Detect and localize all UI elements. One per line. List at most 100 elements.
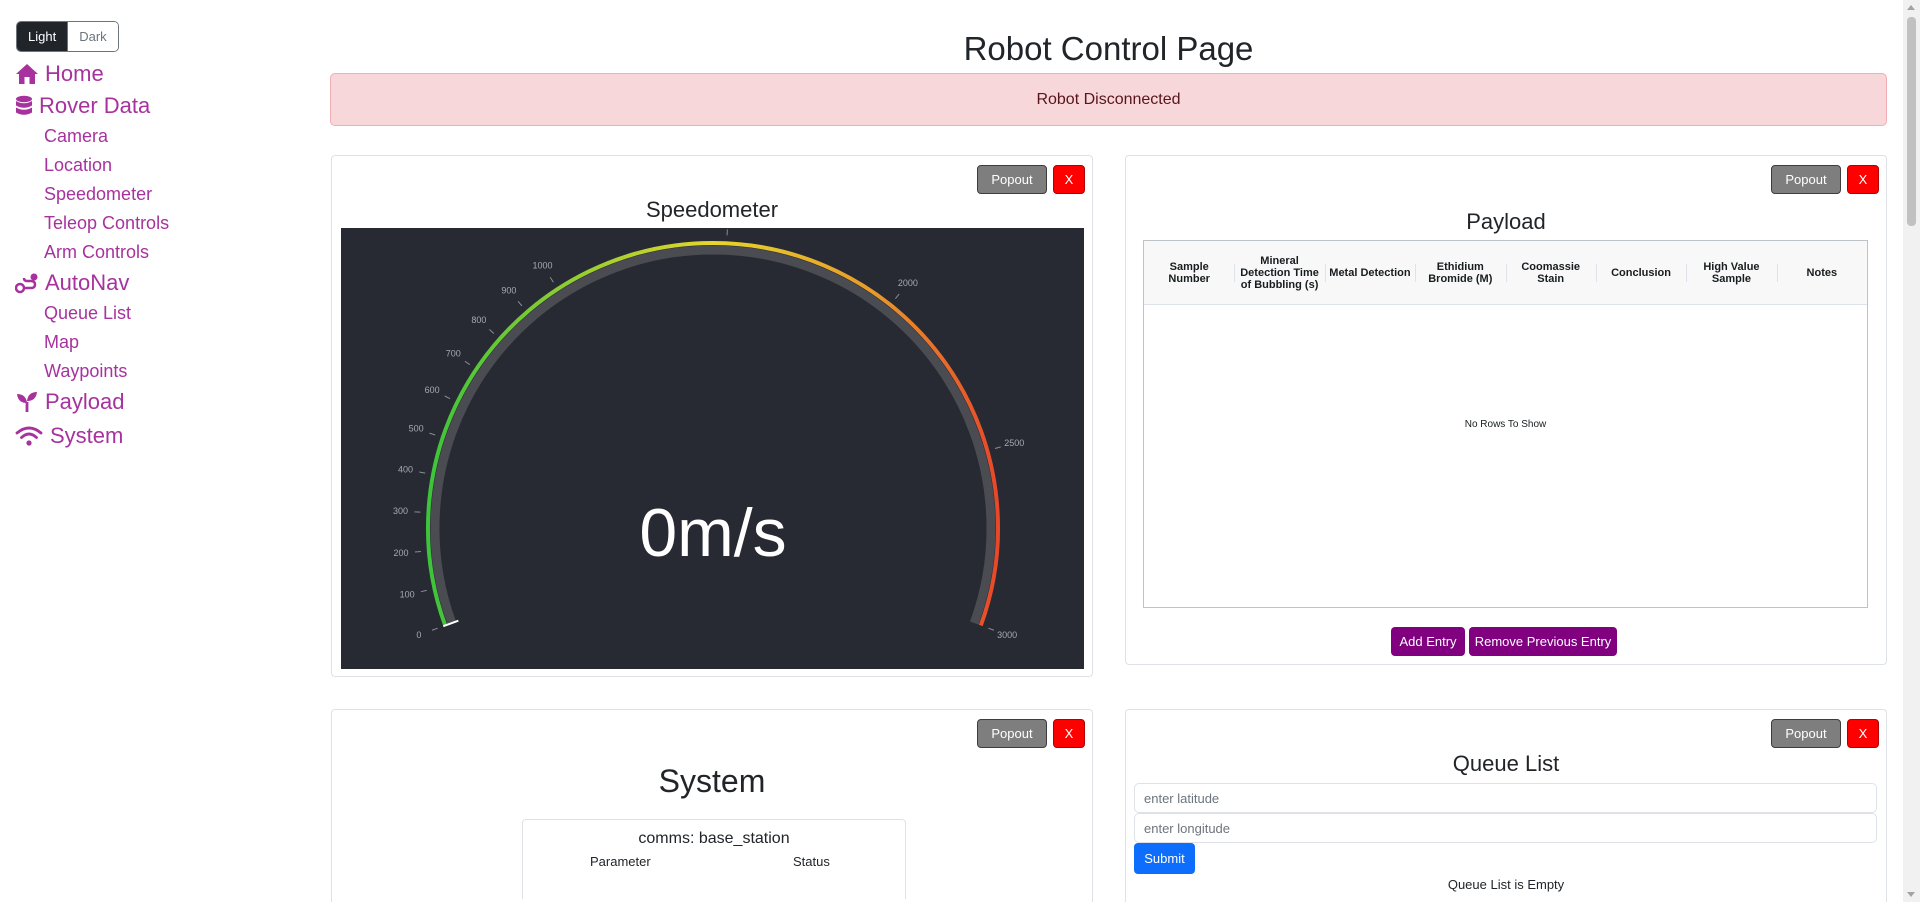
sidebar-item-label: Rover Data xyxy=(39,93,151,118)
sidebar-item-speedometer[interactable]: Speedometer xyxy=(14,180,169,209)
gauge-tick-label: 2000 xyxy=(898,278,918,288)
sidebar-item-queue-list[interactable]: Queue List xyxy=(14,299,169,328)
queue-empty-message: Queue List is Empty xyxy=(1447,877,1565,892)
sidebar-item-home[interactable]: Home xyxy=(14,58,169,90)
gauge-tick xyxy=(549,276,554,283)
sidebar-item-label: System xyxy=(50,423,124,448)
page-title: Robot Control Page xyxy=(963,30,1254,67)
gauge-tick-label: 3000 xyxy=(997,630,1017,640)
table-empty-message: No Rows To Show xyxy=(1464,419,1547,430)
gauge-tick-label: 900 xyxy=(501,286,516,296)
sidebar-item-arm-controls[interactable]: Arm Controls xyxy=(14,238,169,267)
comms-panel: comms: base_station Parameter Status xyxy=(522,819,906,899)
theme-light-button[interactable]: Light xyxy=(17,22,68,51)
column-header[interactable]: Metal Detection xyxy=(1324,241,1415,304)
connection-alert: Robot Disconnected xyxy=(330,73,1887,126)
speedometer-gauge: 0100200300400500600700800900100015002000… xyxy=(341,228,1084,669)
column-header[interactable]: Sample Number xyxy=(1144,241,1234,304)
sidebar-item-location[interactable]: Location xyxy=(14,151,169,180)
scroll-down-arrow-icon[interactable] xyxy=(1907,892,1915,897)
gauge-tick xyxy=(489,329,495,334)
popout-button[interactable]: Popout xyxy=(977,165,1047,194)
close-button[interactable]: X xyxy=(1847,719,1879,748)
speedometer-card: Popout X Speedometer 0 100 200 300 400 500 600… xyxy=(331,155,1093,677)
gauge-tick-label: 700 xyxy=(446,348,461,358)
gauge-tick xyxy=(431,627,438,631)
gauge-tick-label: 500 xyxy=(409,424,424,434)
main-content: Robot Control Page Robot Disconnected Po… xyxy=(330,0,1887,902)
payload-title: Payload xyxy=(1466,209,1546,234)
queue-card: Popout X Queue List Submit Queue List is… xyxy=(1125,709,1887,902)
home-icon xyxy=(14,62,39,87)
gauge-tick-label: 0 xyxy=(416,630,421,640)
gauge-tick-label: 1000 xyxy=(533,260,553,270)
gauge-tick-label: 800 xyxy=(471,315,486,325)
gauge-tick xyxy=(429,432,436,436)
seedling-icon xyxy=(14,390,39,415)
payload-table: Sample Number Mineral Detection Time of … xyxy=(1143,240,1868,608)
page-scrollbar[interactable] xyxy=(1903,0,1920,902)
gauge-tick-label: 200 xyxy=(393,548,408,558)
sidebar-item-label: Payload xyxy=(45,389,125,414)
column-header[interactable]: High Value Sample xyxy=(1686,241,1776,304)
sidebar-item-camera[interactable]: Camera xyxy=(14,122,169,151)
queue-title: Queue List xyxy=(1452,751,1560,776)
sidebar-item-waypoints[interactable]: Waypoints xyxy=(14,357,169,386)
gauge-tick xyxy=(420,589,427,593)
column-header[interactable]: Notes xyxy=(1776,241,1867,304)
database-icon xyxy=(14,94,33,119)
scrollbar-thumb[interactable] xyxy=(1907,17,1916,226)
latitude-input[interactable] xyxy=(1134,783,1877,813)
column-header[interactable]: Coomassie Stain xyxy=(1505,241,1596,304)
gauge-tick xyxy=(444,395,451,400)
system-card: Popout X System comms: base_station Para… xyxy=(331,709,1093,902)
scroll-up-arrow-icon[interactable] xyxy=(1907,5,1915,10)
popout-button[interactable]: Popout xyxy=(1771,719,1841,748)
parameter-header: Parameter xyxy=(590,854,651,869)
theme-toggle: Light Dark xyxy=(16,21,119,52)
comms-heading: comms: base_station xyxy=(638,830,790,847)
gauge-tick-label: 100 xyxy=(400,590,415,600)
sidebar-item-autonav[interactable]: AutoNav xyxy=(14,267,169,299)
sidebar-item-label: Home xyxy=(45,61,104,86)
payload-table-header: Sample Number Mineral Detection Time of … xyxy=(1144,241,1867,305)
sidebar-item-payload[interactable]: Payload xyxy=(14,386,169,418)
gauge-tick xyxy=(517,300,523,307)
sidebar-item-teleop-controls[interactable]: Teleop Controls xyxy=(14,209,169,238)
system-title: System xyxy=(658,763,766,799)
status-header: Status xyxy=(793,854,830,869)
add-entry-button[interactable]: Add Entry xyxy=(1391,627,1465,656)
route-icon xyxy=(14,271,39,296)
submit-button[interactable]: Submit xyxy=(1134,843,1195,874)
close-button[interactable]: X xyxy=(1053,719,1085,748)
column-header[interactable]: Ethidium Bromide (M) xyxy=(1415,241,1505,304)
sidebar-nav: Home Rover Data Camera Location Speedome… xyxy=(14,58,169,452)
popout-button[interactable]: Popout xyxy=(977,719,1047,748)
speedometer-title: Speedometer xyxy=(645,197,779,222)
gauge-tick-label: 400 xyxy=(398,464,413,474)
gauge-tick xyxy=(994,446,1001,449)
gauge-tick xyxy=(895,293,900,300)
speed-readout: 0m/s xyxy=(639,495,786,571)
sidebar: Light Dark Home Rover Data Camera Locati… xyxy=(0,0,320,902)
close-button[interactable]: X xyxy=(1053,165,1085,194)
remove-entry-button[interactable]: Remove Previous Entry xyxy=(1469,627,1617,656)
sidebar-item-map[interactable]: Map xyxy=(14,328,169,357)
sidebar-item-rover-data[interactable]: Rover Data xyxy=(14,90,169,122)
gauge-tick xyxy=(988,627,995,631)
column-header[interactable]: Conclusion xyxy=(1595,241,1686,304)
sidebar-item-system[interactable]: System xyxy=(14,420,169,452)
theme-dark-button[interactable]: Dark xyxy=(67,22,118,51)
longitude-input[interactable] xyxy=(1134,813,1877,843)
gauge-tick-label: 300 xyxy=(393,506,408,516)
gauge-canvas: 0100200300400500600700800900100015002000… xyxy=(393,229,1024,640)
payload-card: Popout X Payload Sample Number Mineral D… xyxy=(1125,155,1887,665)
gauge-tick-label: 600 xyxy=(425,385,440,395)
column-header[interactable]: Mineral Detection Time of Bubbling (s) xyxy=(1234,241,1324,304)
gauge-tick xyxy=(464,360,471,365)
gauge-tick-label: 2500 xyxy=(1004,438,1024,448)
wifi-icon xyxy=(14,424,43,449)
close-button[interactable]: X xyxy=(1847,165,1879,194)
popout-button[interactable]: Popout xyxy=(1771,165,1841,194)
gauge-tick xyxy=(419,471,426,474)
